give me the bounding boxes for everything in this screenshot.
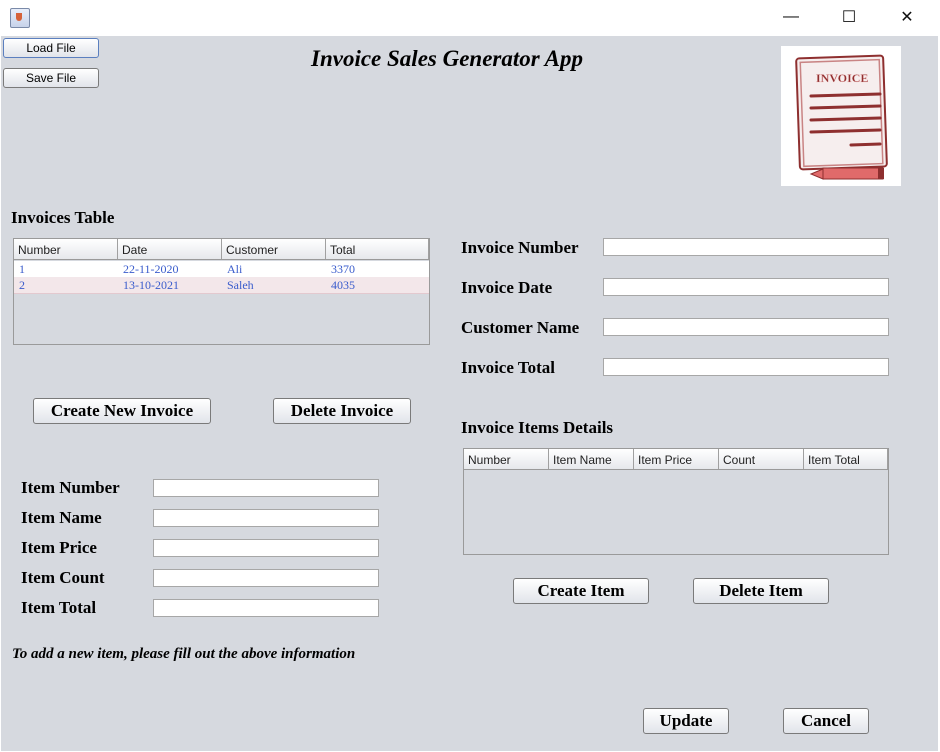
invoice-date-label: Invoice Date bbox=[461, 278, 553, 297]
invoice-total-cell: 4035 bbox=[331, 278, 355, 292]
invoice-date-field[interactable] bbox=[603, 278, 889, 296]
invoice-document-icon: INVOICE bbox=[795, 54, 888, 180]
table-row[interactable]: 2 13-10-2021 Saleh 4035 bbox=[14, 277, 429, 294]
save-file-button[interactable]: Save File bbox=[3, 68, 99, 88]
maximize-button[interactable]: ☐ bbox=[826, 0, 872, 34]
invoice-number-cell: 2 bbox=[19, 278, 25, 292]
item-total-field[interactable] bbox=[153, 599, 379, 617]
item-count-label: Item Count bbox=[21, 568, 105, 587]
invoice-total-label: Invoice Total bbox=[461, 358, 555, 377]
column-item-total[interactable]: Item Total bbox=[804, 449, 888, 469]
item-number-label: Item Number bbox=[21, 478, 120, 497]
column-total[interactable]: Total bbox=[326, 239, 429, 259]
item-price-label: Item Price bbox=[21, 538, 97, 557]
invoice-date-cell: 13-10-2021 bbox=[123, 278, 179, 292]
column-item-name[interactable]: Item Name bbox=[549, 449, 634, 469]
svg-text:INVOICE: INVOICE bbox=[816, 71, 868, 85]
invoice-number-field[interactable] bbox=[603, 238, 889, 256]
invoice-number-label: Invoice Number bbox=[461, 238, 579, 257]
close-button[interactable]: ✕ bbox=[884, 0, 930, 34]
table-row[interactable]: 1 22-11-2020 Ali 3370 bbox=[14, 261, 429, 277]
minimize-button[interactable]: — bbox=[768, 0, 814, 34]
column-item-price[interactable]: Item Price bbox=[634, 449, 719, 469]
app-title: Invoice Sales Generator App bbox=[311, 46, 583, 71]
invoice-date-cell: 22-11-2020 bbox=[123, 262, 179, 276]
invoice-total-cell: 3370 bbox=[331, 262, 355, 276]
items-table-title: Invoice Items Details bbox=[461, 418, 614, 437]
delete-item-button[interactable]: Delete Item bbox=[693, 578, 829, 604]
cancel-button[interactable]: Cancel bbox=[783, 708, 869, 734]
add-item-hint: To add a new item, please fill out the a… bbox=[12, 646, 356, 662]
column-count[interactable]: Count bbox=[719, 449, 804, 469]
invoice-customer-cell: Saleh bbox=[227, 278, 254, 292]
update-button[interactable]: Update bbox=[643, 708, 729, 734]
column-customer[interactable]: Customer bbox=[222, 239, 326, 259]
create-item-button[interactable]: Create Item bbox=[513, 578, 649, 604]
items-table-header: Number Item Name Item Price Count Item T… bbox=[464, 449, 888, 470]
invoice-customer-cell: Ali bbox=[227, 262, 243, 276]
customer-name-field[interactable] bbox=[603, 318, 889, 336]
item-number-field[interactable] bbox=[153, 479, 379, 497]
load-file-button[interactable]: Load File bbox=[3, 38, 99, 58]
invoice-total-field[interactable] bbox=[603, 358, 889, 376]
maximize-icon: ☐ bbox=[841, 9, 857, 26]
java-app-icon bbox=[10, 8, 30, 28]
column-date[interactable]: Date bbox=[118, 239, 222, 259]
invoice-logo: INVOICE bbox=[781, 46, 901, 186]
invoices-table-header: Number Date Customer Total bbox=[14, 239, 429, 260]
delete-invoice-button[interactable]: Delete Invoice bbox=[273, 398, 411, 424]
customer-name-label: Customer Name bbox=[461, 318, 580, 337]
item-count-field[interactable] bbox=[153, 569, 379, 587]
items-table[interactable]: Number Item Name Item Price Count Item T… bbox=[463, 448, 889, 555]
invoices-table-title: Invoices Table bbox=[11, 208, 115, 227]
item-price-field[interactable] bbox=[153, 539, 379, 557]
item-name-field[interactable] bbox=[153, 509, 379, 527]
close-icon: ✕ bbox=[900, 9, 914, 26]
create-invoice-button[interactable]: Create New Invoice bbox=[33, 398, 211, 424]
column-number[interactable]: Number bbox=[464, 449, 549, 469]
minimize-icon: — bbox=[783, 8, 799, 25]
item-name-label: Item Name bbox=[21, 508, 102, 527]
item-total-label: Item Total bbox=[21, 598, 97, 617]
invoices-table[interactable]: Number Date Customer Total 1 22-11-2020 … bbox=[13, 238, 430, 345]
window-titlebar: — ☐ ✕ bbox=[0, 0, 940, 36]
column-number[interactable]: Number bbox=[14, 239, 118, 259]
app-panel: Load File Save File Invoice Sales Genera… bbox=[1, 36, 938, 751]
invoice-number-cell: 1 bbox=[19, 262, 25, 276]
